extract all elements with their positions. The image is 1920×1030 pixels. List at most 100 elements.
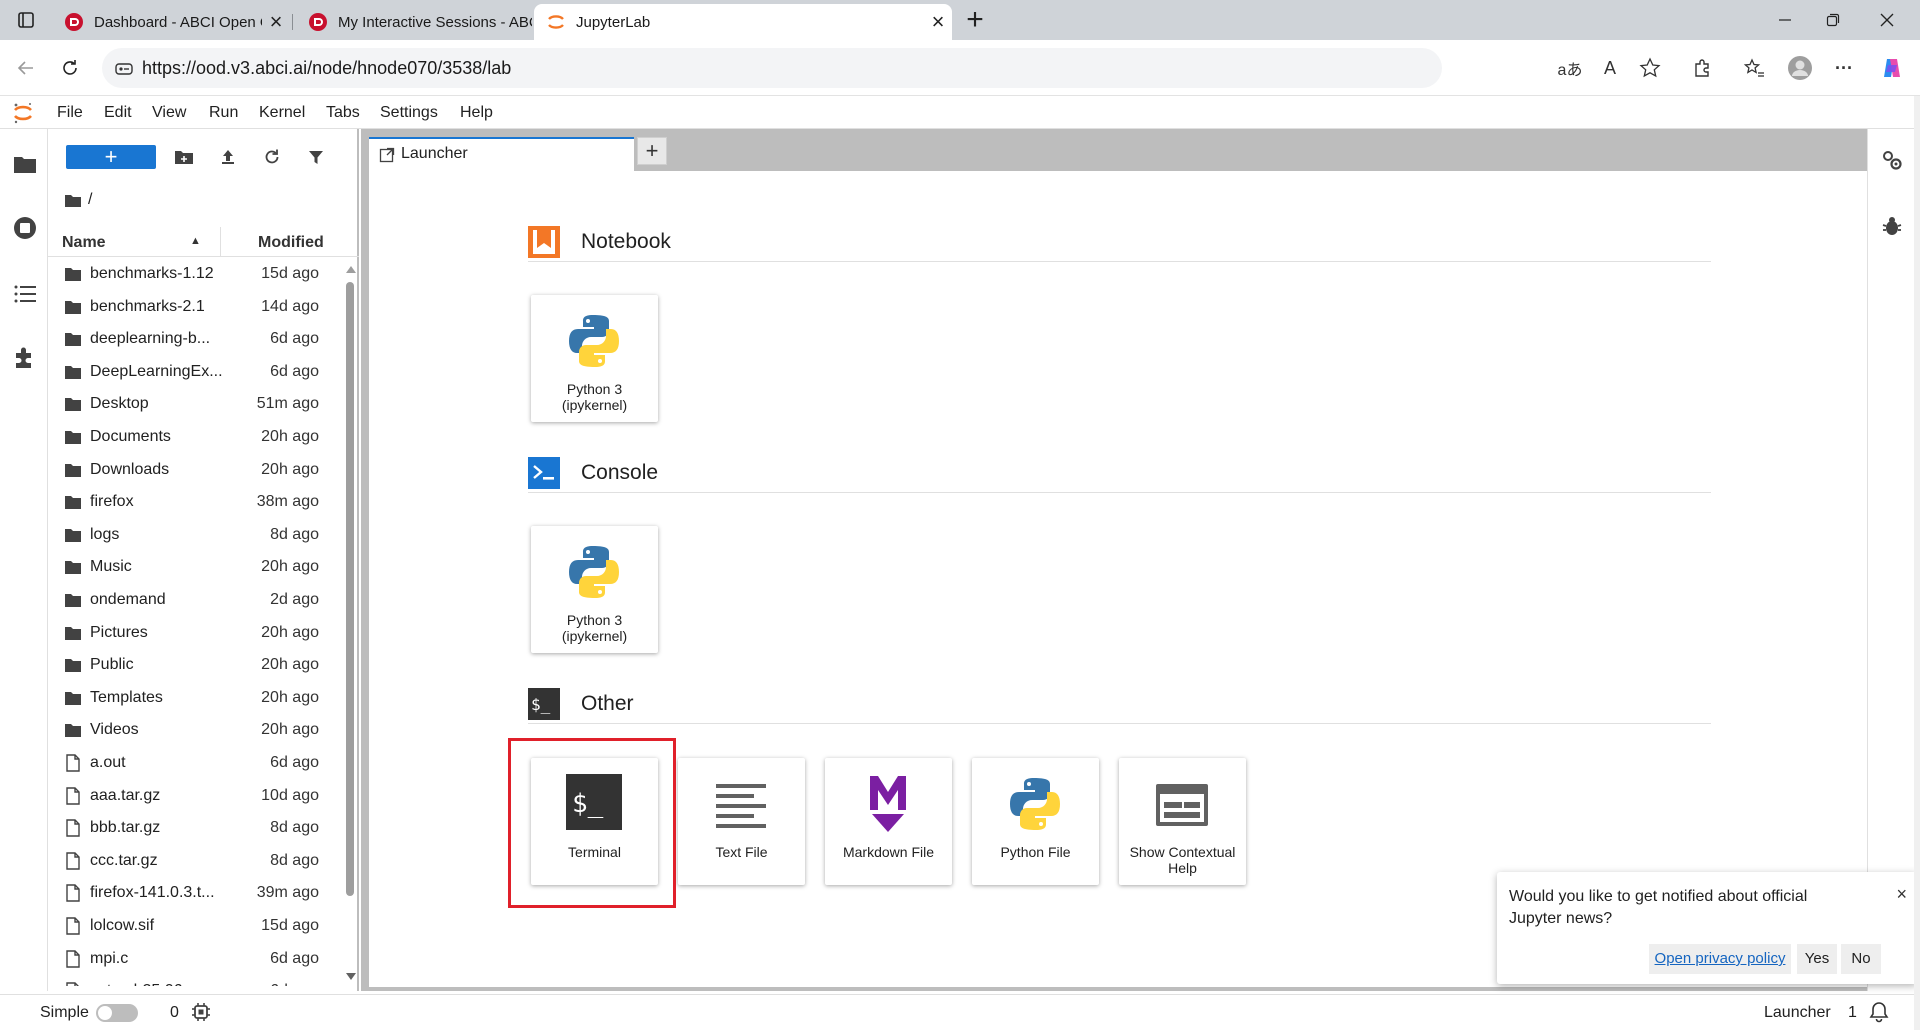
scroll-up-icon[interactable]: [345, 264, 357, 274]
debugger-icon[interactable]: [1881, 215, 1903, 237]
file-row[interactable]: ccc.tar.gz 8d ago: [48, 845, 343, 877]
back-icon[interactable]: [12, 54, 40, 82]
python-file-card[interactable]: Python File: [972, 758, 1099, 885]
tab-launcher[interactable]: Launcher: [369, 137, 634, 171]
sort-ascending-icon[interactable]: ▲: [190, 235, 201, 247]
add-tab-button[interactable]: +: [637, 137, 667, 165]
running-sessions-icon[interactable]: [12, 215, 38, 241]
kernel-status-icon[interactable]: [192, 1003, 210, 1021]
file-row[interactable]: Templates 20h ago: [48, 682, 343, 714]
file-name[interactable]: aaa.tar.gz: [90, 787, 230, 805]
home-folder-icon[interactable]: [64, 192, 82, 208]
breadcrumb-root[interactable]: /: [88, 191, 92, 209]
file-row[interactable]: firefox-141.0.3.t... 39m ago: [48, 877, 343, 909]
site-info-icon[interactable]: [112, 56, 136, 80]
yes-button[interactable]: Yes: [1797, 944, 1837, 974]
contextual-help-card[interactable]: Show Contextual Help: [1119, 758, 1246, 885]
url-bar[interactable]: https://ood.v3.abci.ai/node/hnode070/353…: [102, 48, 1442, 88]
new-tab-icon[interactable]: +: [958, 3, 992, 36]
extensions-icon[interactable]: [1688, 54, 1716, 82]
file-name[interactable]: mpi.c: [90, 950, 230, 968]
bell-icon[interactable]: [1868, 1001, 1890, 1023]
window-scrollbar[interactable]: [1914, 96, 1920, 1030]
extension-manager-icon[interactable]: [12, 345, 38, 371]
upload-icon[interactable]: [218, 147, 238, 167]
close-tab-icon[interactable]: ×: [262, 8, 290, 36]
notification-count[interactable]: 1: [1848, 1004, 1857, 1022]
file-name[interactable]: firefox-141.0.3.t...: [90, 884, 230, 902]
property-inspector-icon[interactable]: [1881, 149, 1903, 171]
file-name[interactable]: Pictures: [90, 624, 230, 642]
more-icon[interactable]: ···: [1830, 54, 1858, 82]
file-name[interactable]: logs: [90, 526, 230, 544]
file-row[interactable]: bbb.tar.gz 8d ago: [48, 812, 343, 844]
menu-view[interactable]: View: [152, 104, 186, 122]
folder-icon[interactable]: [12, 151, 38, 177]
browser-tab-dashboard[interactable]: Dashboard - ABCI Open OnDemand ×: [52, 4, 290, 40]
file-name[interactable]: bbb.tar.gz: [90, 819, 230, 837]
file-row[interactable]: lolcow.sif 15d ago: [48, 910, 343, 942]
new-folder-icon[interactable]: [174, 147, 194, 167]
copilot-icon[interactable]: [1878, 54, 1906, 82]
file-name[interactable]: Templates: [90, 689, 230, 707]
file-row[interactable]: DeepLearningEx... 6d ago: [48, 356, 343, 388]
menu-settings[interactable]: Settings: [380, 104, 438, 122]
file-row[interactable]: ondemand 2d ago: [48, 584, 343, 616]
filter-icon[interactable]: [306, 147, 326, 167]
menu-kernel[interactable]: Kernel: [259, 104, 305, 122]
url-text[interactable]: https://ood.v3.abci.ai/node/hnode070/353…: [142, 58, 511, 79]
file-name[interactable]: Documents: [90, 428, 230, 446]
new-launcher-button[interactable]: +: [66, 145, 156, 169]
close-icon[interactable]: ×: [1896, 884, 1907, 905]
refresh-icon[interactable]: [262, 147, 282, 167]
menu-edit[interactable]: Edit: [104, 104, 132, 122]
file-name[interactable]: Downloads: [90, 461, 230, 479]
name-column-header[interactable]: Name: [62, 234, 106, 252]
scroll-down-icon[interactable]: [345, 972, 357, 982]
file-row[interactable]: Downloads 20h ago: [48, 454, 343, 486]
file-name[interactable]: Desktop: [90, 395, 230, 413]
file-name[interactable]: lolcow.sif: [90, 917, 230, 935]
file-name[interactable]: a.out: [90, 754, 230, 772]
scrollbar-thumb[interactable]: [346, 282, 354, 896]
menu-help[interactable]: Help: [460, 104, 493, 122]
browser-tab-jupyterlab[interactable]: JupyterLab ×: [534, 4, 952, 40]
file-name[interactable]: benchmarks-2.1: [90, 298, 230, 316]
translate-icon[interactable]: aあ: [1556, 54, 1584, 82]
file-name[interactable]: Videos: [90, 721, 230, 739]
file-row[interactable]: benchmarks-2.1 14d ago: [48, 291, 343, 323]
file-row[interactable]: benchmarks-1.12 15d ago: [48, 258, 343, 290]
minimize-icon[interactable]: [1762, 6, 1808, 34]
file-row[interactable]: Music 20h ago: [48, 551, 343, 583]
file-row[interactable]: a.out 6d ago: [48, 747, 343, 779]
file-row[interactable]: Public 20h ago: [48, 649, 343, 681]
file-row[interactable]: mpi.c 6d ago: [48, 943, 343, 975]
profile-avatar-icon[interactable]: [1786, 54, 1814, 82]
file-name[interactable]: pytorch25.06-py...: [90, 982, 230, 986]
privacy-policy-link[interactable]: Open privacy policy: [1649, 944, 1791, 974]
file-row[interactable]: firefox 38m ago: [48, 486, 343, 518]
table-of-contents-icon[interactable]: [12, 281, 38, 307]
file-name[interactable]: deeplearning-b...: [90, 330, 230, 348]
file-row[interactable]: deeplearning-b... 6d ago: [48, 323, 343, 355]
favorite-star-icon[interactable]: [1636, 54, 1664, 82]
restore-icon[interactable]: [1810, 6, 1856, 34]
file-name[interactable]: Public: [90, 656, 230, 674]
favorites-icon[interactable]: [1740, 54, 1768, 82]
text-file-card[interactable]: Text File: [678, 758, 805, 885]
file-list-scrollbar[interactable]: [344, 260, 358, 986]
menu-run[interactable]: Run: [209, 104, 238, 122]
markdown-file-card[interactable]: Markdown File: [825, 758, 952, 885]
read-aloud-icon[interactable]: A: [1596, 54, 1624, 82]
file-row[interactable]: Documents 20h ago: [48, 421, 343, 453]
file-row[interactable]: Pictures 20h ago: [48, 617, 343, 649]
simple-mode-toggle[interactable]: [96, 1004, 138, 1022]
kernel-count[interactable]: 0: [170, 1004, 179, 1022]
tab-actions-icon[interactable]: [10, 8, 42, 32]
menu-file[interactable]: File: [57, 104, 83, 122]
close-tab-icon[interactable]: ×: [924, 8, 952, 36]
menu-tabs[interactable]: Tabs: [326, 104, 360, 122]
no-button[interactable]: No: [1841, 944, 1881, 974]
file-row[interactable]: Videos 20h ago: [48, 714, 343, 746]
modified-column-header[interactable]: Modified: [258, 234, 324, 252]
